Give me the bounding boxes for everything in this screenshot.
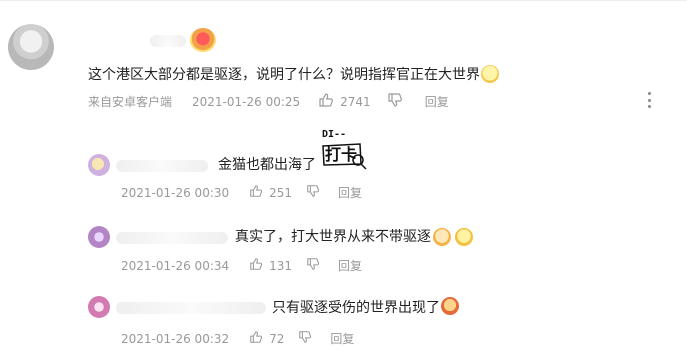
sticker-main-text: 打卡 [325, 145, 357, 164]
reply-username-blurred[interactable] [116, 302, 266, 314]
dislike-button[interactable] [306, 257, 320, 274]
like-count: 72 [269, 331, 285, 346]
reply-avatar[interactable] [88, 226, 110, 248]
like-button[interactable] [249, 184, 263, 201]
like-count: 131 [269, 258, 293, 273]
daka-sticker: DI-- 打卡 [320, 126, 368, 170]
like-button[interactable] [249, 257, 263, 274]
reply-meta: 2021-01-26 00:32 72 回复 [121, 330, 354, 347]
dislike-button[interactable] [387, 92, 403, 111]
top-divider [0, 0, 687, 1]
reply-timestamp: 2021-01-26 00:32 [121, 331, 230, 346]
reply-avatar[interactable] [88, 296, 110, 318]
crying-emoji-icon [441, 297, 459, 315]
reply-button[interactable]: 回复 [338, 184, 362, 201]
reply-avatar[interactable] [88, 154, 110, 176]
user-badge-icon [190, 28, 216, 52]
reply-button[interactable]: 回复 [338, 257, 362, 274]
thumbs-up-icon [249, 184, 263, 198]
reply-meta: 2021-01-26 00:34 131 回复 [121, 257, 362, 274]
thumbs-up-icon [249, 257, 263, 271]
reply-username-blurred[interactable] [116, 160, 208, 172]
thumbs-down-icon [387, 92, 403, 108]
thumbs-down-icon [306, 184, 320, 198]
main-timestamp: 2021-01-26 00:25 [192, 94, 301, 109]
main-username-blurred[interactable] [150, 35, 186, 47]
source-label: 来自安卓客户端 [88, 95, 173, 109]
like-button[interactable] [318, 92, 334, 111]
like-button[interactable] [249, 330, 263, 347]
sweat-emoji-icon [455, 228, 473, 246]
reply-timestamp: 2021-01-26 00:34 [121, 258, 230, 273]
reply-username-blurred[interactable] [116, 232, 228, 244]
thumbs-up-icon [249, 330, 263, 344]
thumbs-up-icon [318, 92, 334, 108]
reply-button[interactable]: 回复 [425, 93, 449, 110]
cat-emoji-icon [433, 228, 451, 246]
like-count: 251 [269, 185, 293, 200]
reply-text: 金猫也都出海了 [218, 157, 316, 173]
sticker-top-text: DI-- [322, 129, 346, 140]
reply-meta: 2021-01-26 00:30 251 回复 [121, 184, 362, 201]
dislike-button[interactable] [306, 184, 320, 201]
like-count: 2741 [340, 94, 371, 109]
main-comment-avatar[interactable] [8, 24, 54, 70]
main-comment-text: 这个港区大部分都是驱逐，说明了什么？说明指挥官正在大世界 [88, 67, 480, 83]
thumbs-down-icon [306, 257, 320, 271]
reply-text: 真实了，打大世界从来不带驱逐 [235, 229, 431, 245]
dislike-button[interactable] [298, 330, 312, 347]
reply-button[interactable]: 回复 [330, 330, 354, 347]
reply-timestamp: 2021-01-26 00:30 [121, 185, 230, 200]
more-menu-icon[interactable] [645, 92, 653, 108]
main-comment-meta: 来自安卓客户端 2021-01-26 00:25 2741 回复 [88, 92, 449, 111]
thumbs-down-icon [298, 330, 312, 344]
reply-text: 只有驱逐受伤的世界出现了 [272, 300, 440, 316]
smile-emoji-icon [481, 65, 499, 83]
